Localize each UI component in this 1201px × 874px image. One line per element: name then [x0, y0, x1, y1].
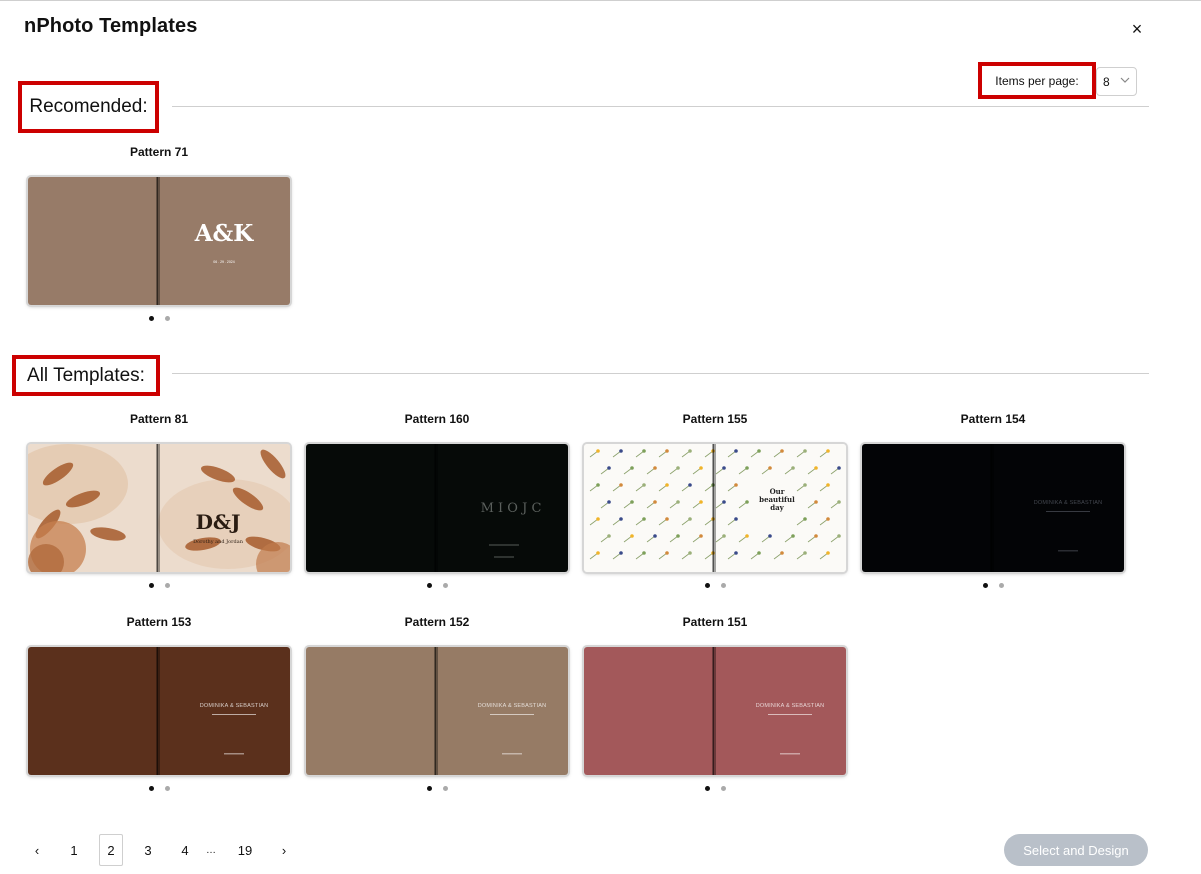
template-thumbnail[interactable]: DOMINIKA & SEBASTIAN	[306, 647, 568, 775]
cover-text-main: A&K	[194, 220, 255, 247]
chevron-down-icon	[1120, 77, 1130, 83]
carousel-dot-2[interactable]	[164, 316, 170, 321]
pagination: ‹ 1 2 3 4 … 19 ›	[25, 834, 296, 866]
cover-art: A&K 06 . 29 . 2024	[28, 177, 290, 305]
cover-art: DOMINIKA & SEBASTIAN	[306, 647, 568, 775]
items-per-page-label: Items per page:	[978, 62, 1096, 99]
cover-art: DOMINIKA & SEBASTIAN	[28, 647, 290, 775]
template-thumbnail[interactable]: D&J Dorothy and Jordan	[28, 444, 290, 572]
carousel-dot-1[interactable]	[704, 786, 710, 791]
cover-text-main: DOMINIKA & SEBASTIAN	[755, 703, 825, 709]
cover-text-main: DOMINIKA & SEBASTIAN	[199, 703, 269, 709]
carousel-dot-1[interactable]	[426, 583, 432, 588]
cover-text-main: DOMINIKA & SEBASTIAN	[477, 703, 547, 709]
dialog-title: nPhoto Templates	[24, 15, 198, 37]
cover-art: D&J Dorothy and Jordan	[28, 444, 290, 572]
carousel-dots	[862, 583, 1124, 591]
template-title: Pattern 160	[404, 412, 470, 426]
top-divider	[0, 0, 1201, 1]
template-title: Pattern 154	[960, 412, 1026, 426]
template-title: Pattern 71	[129, 145, 189, 159]
template-thumbnail[interactable]: A&K 06 . 29 . 2024	[28, 177, 290, 305]
close-icon[interactable]: ×	[1128, 18, 1146, 40]
template-thumbnail[interactable]: DOMINIKA & SEBASTIAN	[862, 444, 1124, 572]
page-1-button[interactable]: 1	[62, 834, 86, 866]
template-title: Pattern 155	[682, 412, 748, 426]
carousel-dots	[306, 583, 568, 591]
cover-art: DOMINIKA & SEBASTIAN	[862, 444, 1124, 572]
carousel-dot-2[interactable]	[442, 786, 448, 791]
select-and-design-button[interactable]: Select and Design	[1004, 834, 1148, 866]
carousel-dot-1[interactable]	[148, 316, 154, 321]
carousel-dots	[584, 786, 846, 794]
page-3-button[interactable]: 3	[136, 834, 160, 866]
carousel-dot-1[interactable]	[148, 583, 154, 588]
items-per-page-text: Items per page:	[995, 73, 1079, 88]
template-thumbnail[interactable]: Our beautiful day	[584, 444, 846, 572]
carousel-dot-2[interactable]	[720, 583, 726, 588]
carousel-dot-2[interactable]	[164, 786, 170, 791]
carousel-dot-2[interactable]	[998, 583, 1004, 588]
cover-text-main: Our beautiful day	[759, 488, 795, 512]
carousel-dots	[28, 583, 290, 591]
recommended-label: Recomended:	[29, 96, 148, 117]
page-ellipsis: …	[206, 844, 216, 856]
prev-page-button[interactable]: ‹	[25, 834, 49, 866]
template-thumbnail[interactable]: DOMINIKA & SEBASTIAN	[584, 647, 846, 775]
items-per-page-select[interactable]: 8	[1096, 67, 1137, 96]
template-title: Pattern 81	[129, 412, 189, 426]
carousel-dot-1[interactable]	[148, 786, 154, 791]
all-templates-label: All Templates:	[27, 364, 145, 386]
template-thumbnail[interactable]: M I O J C	[306, 444, 568, 572]
cover-text-main: DOMINIKA & SEBASTIAN	[1033, 500, 1103, 506]
carousel-dot-2[interactable]	[442, 583, 448, 588]
page-19-button[interactable]: 19	[231, 834, 259, 866]
all-templates-heading: All Templates:	[12, 355, 160, 396]
carousel-dot-1[interactable]	[426, 786, 432, 791]
cover-art: DOMINIKA & SEBASTIAN	[584, 647, 846, 775]
carousel-dots	[306, 786, 568, 794]
carousel-dots	[28, 786, 290, 794]
carousel-dot-1[interactable]	[982, 583, 988, 588]
page-4-button[interactable]: 4	[173, 834, 197, 866]
items-per-page-value: 8	[1103, 74, 1110, 89]
carousel-dot-2[interactable]	[720, 786, 726, 791]
recommended-heading: Recomended:	[18, 81, 159, 133]
carousel-dots	[28, 316, 290, 324]
next-page-button[interactable]: ›	[272, 834, 296, 866]
cover-text-sub: Dorothy and Jordan	[193, 539, 244, 545]
recommended-rule	[172, 106, 1149, 107]
cover-text-main: M I O J C	[481, 501, 542, 516]
template-title: Pattern 153	[126, 615, 192, 629]
cover-art: Our beautiful day	[584, 444, 846, 572]
carousel-dots	[584, 583, 846, 591]
cover-text-main: D&J	[196, 510, 241, 534]
cover-art: M I O J C	[306, 444, 568, 572]
cover-text-sub: 06 . 29 . 2024	[213, 260, 234, 264]
template-title: Pattern 152	[404, 615, 470, 629]
all-templates-rule	[172, 373, 1149, 374]
template-title: Pattern 151	[682, 615, 748, 629]
page-2-button[interactable]: 2	[99, 834, 123, 866]
template-thumbnail[interactable]: DOMINIKA & SEBASTIAN	[28, 647, 290, 775]
carousel-dot-1[interactable]	[704, 583, 710, 588]
carousel-dot-2[interactable]	[164, 583, 170, 588]
